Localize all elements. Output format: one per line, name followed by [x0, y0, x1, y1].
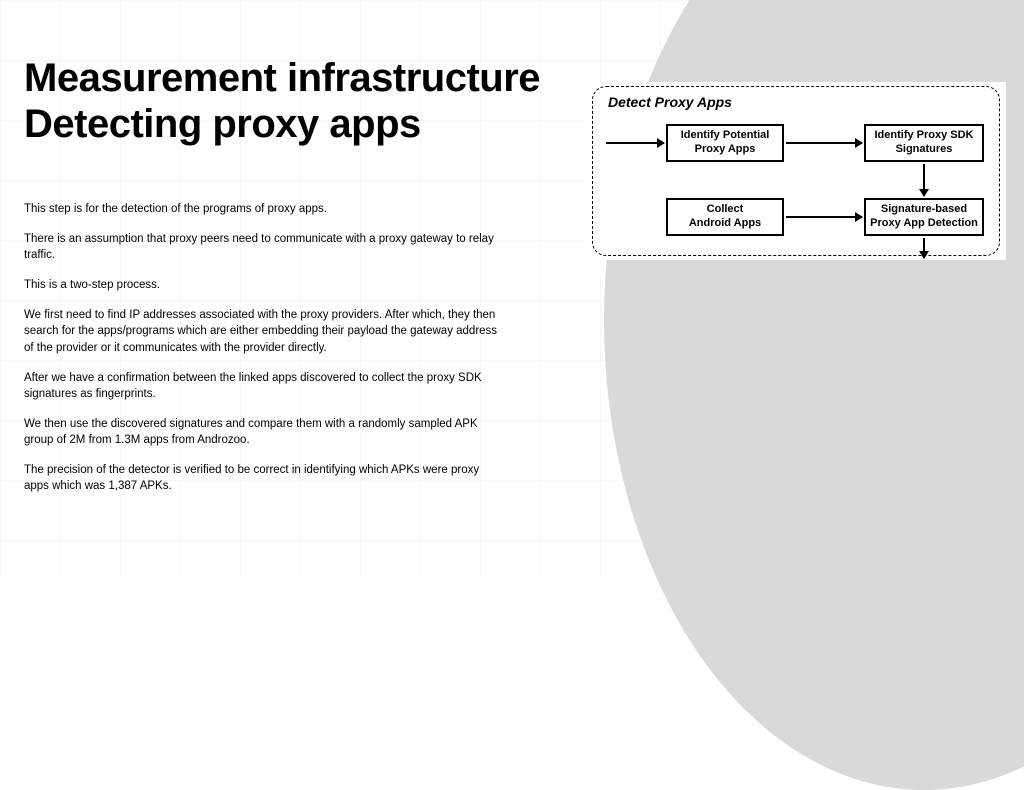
paragraph: This step is for the detection of the pr…: [24, 201, 504, 217]
paragraph: After we have a confirmation between the…: [24, 370, 504, 402]
slide-title: Measurement infrastructureDetecting prox…: [24, 55, 554, 147]
arrow-1-to-2: [786, 142, 862, 144]
body-text: This step is for the detection of the pr…: [24, 201, 554, 494]
paragraph: We then use the discovered signatures an…: [24, 416, 504, 448]
flow-diagram: Detect Proxy Apps Identify PotentialProx…: [586, 82, 1006, 260]
arrow-input: [606, 142, 664, 144]
arrow-3-to-4: [786, 216, 862, 218]
node-identify-potential: Identify PotentialProxy Apps: [666, 124, 784, 162]
node-signature-detection: Signature-basedProxy App Detection: [864, 198, 984, 236]
diagram-title: Detect Proxy Apps: [608, 94, 732, 110]
paragraph: We first need to find IP addresses assoc…: [24, 307, 504, 355]
paragraph: This is a two-step process.: [24, 277, 504, 293]
node-collect-apps: CollectAndroid Apps: [666, 198, 784, 236]
arrow-2-to-4: [923, 164, 925, 196]
paragraph: There is an assumption that proxy peers …: [24, 231, 504, 263]
arrow-output: [923, 238, 925, 258]
paragraph: The precision of the detector is verifie…: [24, 462, 504, 494]
node-identify-sdk: Identify Proxy SDKSignatures: [864, 124, 984, 162]
